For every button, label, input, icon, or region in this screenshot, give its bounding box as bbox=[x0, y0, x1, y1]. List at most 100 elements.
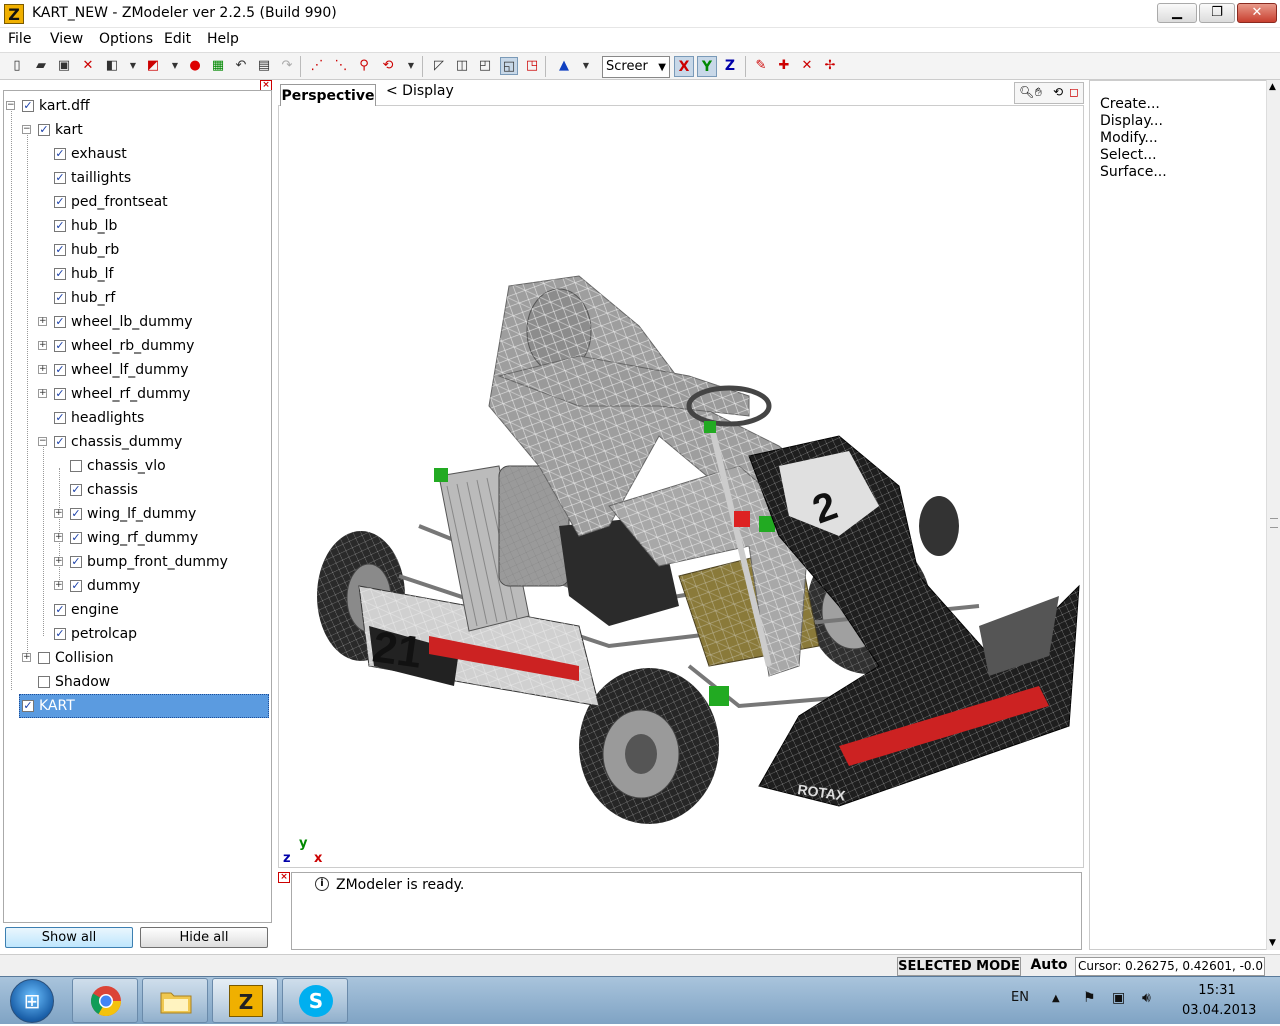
start-button[interactable]: ⊞ bbox=[10, 979, 54, 1023]
import-dropdown-icon[interactable]: ▼ bbox=[124, 57, 142, 75]
tree-node[interactable]: + Collision bbox=[0, 647, 270, 669]
tree-node[interactable]: + ✓ wing_lf_dummy bbox=[0, 503, 270, 525]
pan-hand-icon[interactable]: ✋︎ bbox=[1035, 85, 1042, 100]
menu-view[interactable]: View bbox=[50, 31, 83, 47]
maximize-button[interactable]: ❐ bbox=[1199, 3, 1235, 23]
visibility-checkbox[interactable]: ✓ bbox=[54, 148, 66, 160]
close-button[interactable]: ✕ bbox=[1237, 3, 1277, 23]
tree-node[interactable]: ✓ ped_frontseat bbox=[0, 191, 270, 213]
tree-node[interactable]: ✓ hub_rb bbox=[0, 239, 270, 261]
redo-icon[interactable]: ↷ bbox=[278, 57, 296, 75]
hide-all-button[interactable]: Hide all bbox=[140, 927, 268, 948]
import-icon[interactable]: ◧ bbox=[103, 57, 121, 75]
transform-dropdown-icon[interactable]: ▼ bbox=[402, 57, 420, 75]
tree-node[interactable]: + ✓ wing_rf_dummy bbox=[0, 527, 270, 549]
command-surface[interactable]: Surface... bbox=[1100, 164, 1167, 180]
tree-node[interactable]: ✓ hub_lf bbox=[0, 263, 270, 285]
render-icon[interactable]: ▦ bbox=[209, 57, 227, 75]
tree-node[interactable]: ✓ chassis bbox=[0, 479, 270, 501]
command-select[interactable]: Select... bbox=[1100, 147, 1157, 163]
volume-icon[interactable]: 🔊︎ bbox=[1142, 990, 1151, 1006]
tree-node[interactable]: ✓ hub_lb bbox=[0, 215, 270, 237]
maximize-viewport-icon[interactable]: ◻ bbox=[1069, 85, 1079, 99]
expand-icon[interactable]: + bbox=[54, 533, 63, 542]
menu-edit[interactable]: Edit bbox=[164, 31, 191, 47]
axis-y-toggle[interactable]: Y bbox=[697, 56, 717, 77]
visibility-checkbox[interactable]: ✓ bbox=[54, 340, 66, 352]
select-invert-icon[interactable]: ◳ bbox=[523, 57, 541, 75]
visibility-checkbox[interactable]: ✓ bbox=[54, 244, 66, 256]
taskbar-zmodeler[interactable]: Z bbox=[212, 978, 278, 1023]
coordinate-space-select[interactable]: Screer ▼ bbox=[602, 56, 670, 78]
collapse-icon[interactable]: − bbox=[22, 125, 31, 134]
menu-options[interactable]: Options bbox=[99, 31, 153, 47]
action-center-flag-icon[interactable]: ⚑ bbox=[1083, 990, 1096, 1006]
minimize-button[interactable]: ▁ bbox=[1157, 3, 1197, 23]
app-icon[interactable]: Z bbox=[4, 4, 24, 24]
visibility-checkbox[interactable]: ✓ bbox=[70, 556, 82, 568]
taskbar-explorer[interactable] bbox=[142, 978, 208, 1023]
tree-node[interactable]: + ✓ dummy bbox=[0, 575, 270, 597]
tree-node[interactable]: ✓ KART bbox=[0, 695, 270, 717]
scroll-down-icon[interactable]: ▼ bbox=[1269, 938, 1276, 948]
expand-icon[interactable]: + bbox=[54, 581, 63, 590]
record-icon[interactable]: ● bbox=[186, 57, 204, 75]
axis-lock-icon[interactable]: ✚ bbox=[775, 57, 793, 75]
visibility-checkbox[interactable]: ✓ bbox=[54, 388, 66, 400]
tab-perspective[interactable]: Perspective bbox=[280, 84, 376, 106]
collapse-icon[interactable]: − bbox=[38, 437, 47, 446]
tree-node[interactable]: + ✓ wheel_lf_dummy bbox=[0, 359, 270, 381]
visibility-checkbox[interactable]: ✓ bbox=[54, 364, 66, 376]
pivot-icon[interactable]: ▲ bbox=[555, 57, 573, 75]
axis-z-toggle[interactable]: Z bbox=[720, 56, 740, 77]
scroll-grip[interactable] bbox=[1270, 518, 1278, 528]
visibility-checkbox[interactable]: ✓ bbox=[54, 292, 66, 304]
tree-node[interactable]: ✓ petrolcap bbox=[0, 623, 270, 645]
tree-node[interactable]: − ✓ chassis_dummy bbox=[0, 431, 270, 453]
expand-icon[interactable]: + bbox=[54, 557, 63, 566]
axis-x-toggle[interactable]: X bbox=[674, 56, 694, 77]
tree-node[interactable]: Shadow bbox=[0, 671, 270, 693]
select-box-icon[interactable]: ◫ bbox=[453, 57, 471, 75]
tree-node[interactable]: + ✓ wheel_rf_dummy bbox=[0, 383, 270, 405]
visibility-checkbox[interactable]: ✓ bbox=[70, 484, 82, 496]
tree-node[interactable]: ✓ exhaust bbox=[0, 143, 270, 165]
new-file-icon[interactable]: ▯ bbox=[8, 57, 26, 75]
log-panel-close-icon[interactable]: × bbox=[278, 872, 290, 883]
visibility-checkbox[interactable]: ✓ bbox=[38, 124, 50, 136]
visibility-checkbox[interactable]: ✓ bbox=[70, 532, 82, 544]
tree-node[interactable]: + ✓ bump_front_dummy bbox=[0, 551, 270, 573]
select-single-icon[interactable]: ◸ bbox=[430, 57, 448, 75]
command-create[interactable]: Create... bbox=[1100, 96, 1160, 112]
visibility-checkbox[interactable] bbox=[38, 652, 50, 664]
command-modify[interactable]: Modify... bbox=[1100, 130, 1158, 146]
select-object-icon[interactable]: ◰ bbox=[476, 57, 494, 75]
expand-icon[interactable]: + bbox=[38, 389, 47, 398]
select-vertex-icon[interactable]: ⋰ bbox=[308, 57, 326, 75]
tree-node[interactable]: + ✓ wheel_rb_dummy bbox=[0, 335, 270, 357]
pivot-dropdown-icon[interactable]: ▼ bbox=[577, 57, 595, 75]
tree-node[interactable]: ✓ headlights bbox=[0, 407, 270, 429]
expand-icon[interactable]: + bbox=[38, 341, 47, 350]
axis-cross-icon[interactable]: ✕ bbox=[798, 57, 816, 75]
tree-node[interactable]: chassis_vlo bbox=[0, 455, 270, 477]
network-icon[interactable]: ▣ bbox=[1112, 990, 1125, 1006]
snap-icon[interactable]: ✎ bbox=[752, 57, 770, 75]
expand-icon[interactable]: + bbox=[54, 509, 63, 518]
visibility-checkbox[interactable] bbox=[70, 460, 82, 472]
visibility-checkbox[interactable]: ✓ bbox=[54, 412, 66, 424]
select-edge-icon[interactable]: ⋱ bbox=[332, 57, 350, 75]
menu-file[interactable]: File bbox=[8, 31, 31, 47]
undo-dropdown-icon[interactable]: ▼ bbox=[166, 57, 184, 75]
expand-icon[interactable]: + bbox=[38, 317, 47, 326]
taskbar-skype[interactable]: S bbox=[282, 978, 348, 1023]
visibility-checkbox[interactable] bbox=[38, 676, 50, 688]
tree-node[interactable]: ✓ engine bbox=[0, 599, 270, 621]
clock-time[interactable]: 15:31 bbox=[1196, 983, 1238, 998]
visibility-checkbox[interactable]: ✓ bbox=[54, 628, 66, 640]
display-toggle[interactable]: < Display bbox=[386, 83, 454, 99]
visibility-checkbox[interactable]: ✓ bbox=[70, 508, 82, 520]
visibility-checkbox[interactable]: ✓ bbox=[54, 316, 66, 328]
command-display[interactable]: Display... bbox=[1100, 113, 1163, 129]
visibility-checkbox[interactable]: ✓ bbox=[22, 100, 34, 112]
